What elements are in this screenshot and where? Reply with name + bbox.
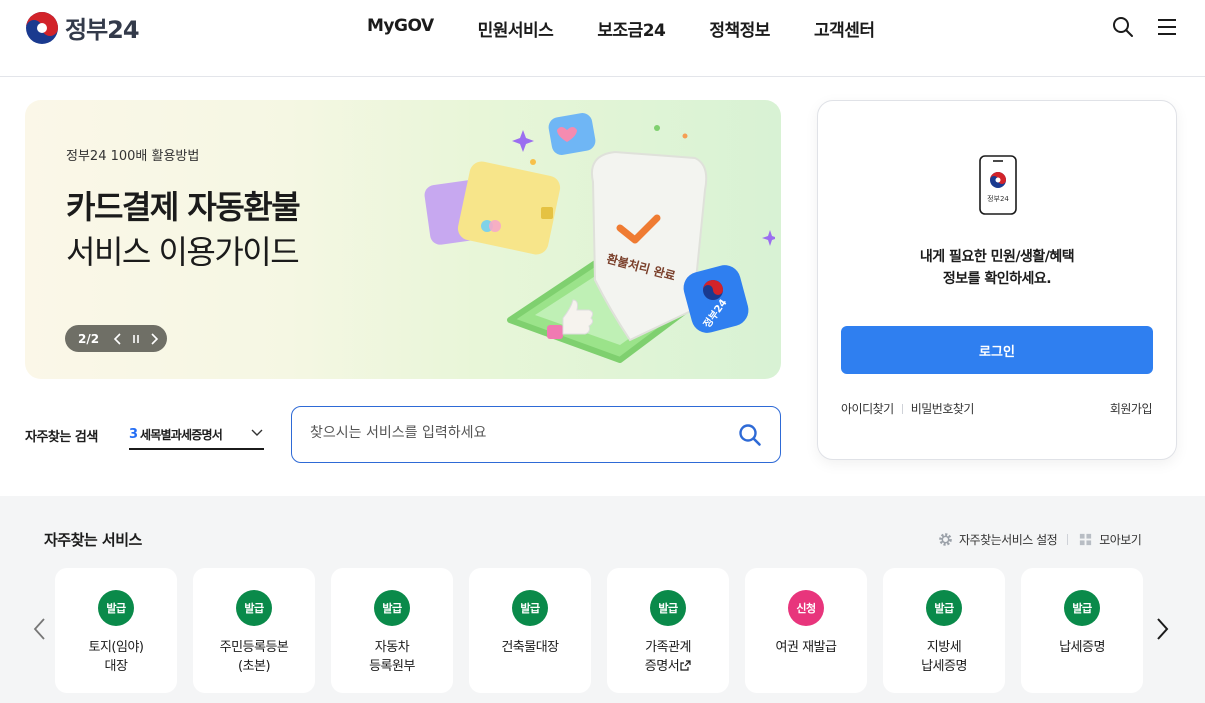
- site-logo[interactable]: 정부24: [25, 10, 140, 45]
- chevron-left-icon[interactable]: [32, 616, 48, 642]
- issue-badge: 발급: [926, 590, 962, 626]
- issue-badge: 발급: [374, 590, 410, 626]
- signup-link[interactable]: 회원가입: [1110, 400, 1153, 417]
- service-card-resident-registration[interactable]: 발급 주민등록등본 (초본): [193, 568, 315, 693]
- section-title: 자주찾는 서비스: [44, 531, 142, 549]
- login-message-line2: 정보를 확인하세요.: [942, 271, 1052, 287]
- service-tools: 자주찾는서비스 설정 모아보기: [938, 531, 1142, 548]
- grid-icon: [1080, 533, 1092, 546]
- service-name: 가족관계 증명서: [607, 638, 729, 676]
- service-search-input[interactable]: [310, 425, 710, 441]
- service-card-land-register[interactable]: 발급 토지(임야) 대장: [55, 568, 177, 693]
- service-name: 자동차 등록원부: [369, 640, 415, 674]
- search-icon[interactable]: [1112, 16, 1134, 38]
- service-name: 토지(임야) 대장: [88, 640, 144, 674]
- banner-title-line2: 서비스 이용가이드: [66, 233, 300, 271]
- login-button[interactable]: 로그인: [841, 326, 1153, 374]
- search-submit-icon[interactable]: [738, 423, 762, 447]
- login-message: 내게 필요한 민원/생활/혜택 정보를 확인하세요.: [818, 246, 1176, 290]
- login-card: 정부24 내게 필요한 민원/생활/혜택 정보를 확인하세요. 로그인 아이디찾…: [817, 100, 1177, 460]
- dropdown-rank: 3: [129, 426, 139, 442]
- chevron-down-icon: [251, 429, 263, 436]
- account-links: 아이디찾기 비밀번호찾기: [841, 400, 974, 417]
- site-header: 정부24 MyGOV 민원서비스 보조금24 정책정보 고객센터: [0, 0, 1205, 77]
- main-nav: MyGOV 민원서비스 보조금24 정책정보 고객센터: [367, 16, 919, 41]
- issue-badge: 발급: [98, 590, 134, 626]
- pause-icon[interactable]: [127, 330, 145, 348]
- find-id-link[interactable]: 아이디찾기: [841, 400, 894, 417]
- service-card-passport-reissue[interactable]: 신청 여권 재발급: [745, 568, 867, 693]
- mobile-phone-icon: 정부24: [979, 155, 1017, 215]
- banner-illustration: 환불처리 완료 정부24: [424, 113, 775, 363]
- hamburger-menu-icon[interactable]: [1156, 16, 1178, 38]
- login-message-line1: 내게 필요한 민원/생활/혜택: [919, 249, 1075, 265]
- banner-page-indicator: 2/2: [78, 331, 100, 346]
- service-name: 주민등록등본 (초본): [219, 640, 289, 674]
- service-card-vehicle-register[interactable]: 발급 자동차 등록원부: [331, 568, 453, 693]
- issue-badge: 발급: [236, 590, 272, 626]
- dropdown-selected-value: 세목별과세증명서: [140, 427, 223, 442]
- service-name: 여권 재발급: [775, 640, 837, 655]
- banner-title-line1: 카드결제 자동환불: [66, 188, 301, 226]
- service-card-local-tax-certificate[interactable]: 발급 지방세 납세증명: [883, 568, 1005, 693]
- nav-mygov[interactable]: MyGOV: [367, 16, 434, 41]
- view-all-link[interactable]: 모아보기: [1099, 531, 1142, 548]
- divider: [901, 403, 903, 414]
- service-card-family-certificate[interactable]: 발급 가족관계 증명서: [607, 568, 729, 693]
- banner-controls: 2/2: [65, 325, 167, 352]
- chevron-right-icon[interactable]: [145, 330, 163, 348]
- service-card-tax-certificate[interactable]: 발급 납세증명: [1021, 568, 1143, 693]
- nav-policy-info[interactable]: 정책정보: [709, 16, 770, 41]
- nav-civil-service[interactable]: 민원서비스: [478, 16, 554, 41]
- find-password-link[interactable]: 비밀번호찾기: [911, 400, 975, 417]
- apply-badge: 신청: [788, 590, 824, 626]
- frequent-search-dropdown[interactable]: 3 세목별과세증명서: [129, 420, 264, 450]
- issue-badge: 발급: [1064, 590, 1100, 626]
- taegeuk-emblem-icon: [26, 11, 58, 44]
- external-link-icon: [680, 660, 691, 671]
- divider: [1067, 534, 1069, 545]
- gear-icon: [939, 533, 952, 546]
- banner-subtitle: 정부24 100배 활용방법: [66, 149, 200, 164]
- service-card-list: 발급 토지(임야) 대장 발급 주민등록등본 (초본) 발급 자동차 등록원부 …: [55, 568, 1159, 693]
- issue-badge: 발급: [512, 590, 548, 626]
- issue-badge: 발급: [650, 590, 686, 626]
- main-banner[interactable]: 정부24 100배 활용방법 카드결제 자동환불 서비스 이용가이드 2/2 환…: [25, 100, 781, 379]
- phone-label: 정부24: [987, 194, 1009, 203]
- logo-text: 정부24: [65, 16, 140, 44]
- chevron-left-icon[interactable]: [109, 330, 127, 348]
- service-name: 건축물대장: [501, 640, 559, 655]
- nav-subsidy24[interactable]: 보조금24: [597, 16, 666, 41]
- service-card-building-register[interactable]: 발급 건축물대장: [469, 568, 591, 693]
- nav-customer-center[interactable]: 고객센터: [814, 16, 875, 41]
- service-name: 지방세 납세증명: [921, 640, 967, 674]
- service-name: 납세증명: [1059, 640, 1105, 655]
- frequent-services-section: 자주찾는 서비스 자주찾는서비스 설정 모아보기 발급 토지(임야) 대장 발급…: [0, 496, 1205, 703]
- service-search-box: [291, 406, 781, 463]
- service-settings-link[interactable]: 자주찾는서비스 설정: [959, 531, 1058, 548]
- search-label: 자주찾는 검색: [25, 430, 98, 445]
